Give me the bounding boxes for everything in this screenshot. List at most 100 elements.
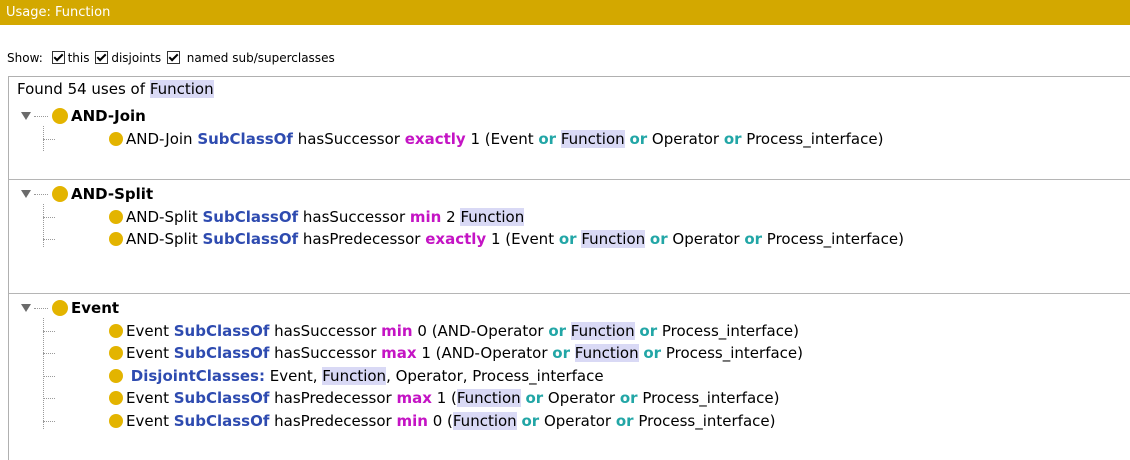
tree-vertical-line	[43, 204, 44, 247]
axiom-bullet-icon	[109, 413, 123, 428]
restriction-keyword: max	[381, 344, 417, 362]
axiom-text: , Operator, Process_interface	[386, 366, 604, 385]
usage-list-panel[interactable]: Found 54 uses of Function AND-Join AND-Jo…	[8, 76, 1130, 460]
usage-axiom-row[interactable]: DisjointClasses: Event, Function, Operat…	[109, 366, 604, 386]
tree-connector	[34, 308, 48, 309]
axiom-text: AND-Split	[126, 230, 203, 248]
entity-highlight: Function	[570, 321, 635, 340]
axiom-keyword: SubClassOf	[197, 129, 293, 148]
entity-highlight: Function	[322, 366, 387, 385]
axiom-text: Process_interface)	[762, 230, 904, 248]
this-checkbox[interactable]	[51, 51, 65, 64]
found-entity: Function	[149, 80, 214, 98]
axiom-text: hasSuccessor	[298, 207, 410, 226]
expand-toggle-icon[interactable]	[21, 190, 31, 198]
axiom-keyword: SubClassOf	[173, 411, 270, 430]
tree-branch	[43, 216, 55, 218]
disjoints-checkbox[interactable]	[95, 51, 109, 64]
axiom-bullet-icon	[109, 131, 123, 146]
or-keyword: or	[619, 389, 638, 407]
axiom-text: 1 (Event	[465, 129, 539, 148]
axiom-text: 0 (	[427, 411, 453, 430]
axiom-text: hasPredecessor	[298, 230, 426, 248]
found-prefix: Found 54 uses of	[17, 80, 146, 98]
or-keyword: or	[558, 230, 577, 248]
or-keyword: or	[521, 411, 540, 430]
axiom-text: Operator	[539, 411, 616, 430]
show-filter-bar: Show: this disjoints named sub/superclas…	[0, 46, 335, 70]
usage-axiom-row[interactable]: Event SubClassOf hasSuccessor min 0 (AND…	[109, 321, 799, 341]
or-keyword: or	[552, 344, 570, 362]
or-keyword: or	[629, 129, 648, 148]
group-separator	[9, 293, 1130, 294]
usage-axiom-row[interactable]: Event SubClassOf hasPredecessor max 1 (F…	[109, 388, 779, 408]
entity-highlight: Function	[452, 411, 517, 430]
usage-axiom-row[interactable]: Event SubClassOf hasSuccessor max 1 (AND…	[109, 343, 803, 363]
axiom-text: hasSuccessor	[269, 321, 382, 340]
axiom-text: 2	[441, 207, 461, 226]
axiom-text: 1 (	[431, 389, 457, 407]
found-summary: Found 54 uses of Function	[17, 77, 214, 101]
tree-branch	[43, 398, 55, 399]
usage-axiom-row[interactable]: Event SubClassOf hasPredecessor min 0 (F…	[109, 411, 775, 431]
or-keyword: or	[525, 389, 544, 407]
axiom-text: Operator	[667, 230, 745, 248]
axiom-text: hasSuccessor	[292, 129, 405, 148]
axiom-text: Process_interface)	[657, 321, 800, 340]
restriction-keyword: min	[381, 321, 413, 340]
tree-branch	[43, 239, 55, 240]
class-bullet-icon	[52, 300, 68, 316]
axiom-text: Process_interface)	[637, 389, 780, 407]
or-keyword: or	[615, 411, 634, 430]
tree-branch	[43, 138, 55, 140]
expand-toggle-icon[interactable]	[21, 112, 31, 120]
axiom-text: 1 (AND-Operator	[416, 344, 553, 362]
tree-branch	[43, 420, 55, 422]
axiom-text: Operator	[647, 129, 724, 148]
axiom-keyword: SubClassOf	[173, 344, 270, 362]
tree-vertical-line	[43, 318, 44, 429]
or-keyword: or	[548, 321, 567, 340]
axiom-text: hasSuccessor	[269, 344, 382, 362]
axiom-text: Operator	[543, 389, 620, 407]
restriction-keyword: min	[409, 207, 442, 226]
group-header-and-join[interactable]: AND-Join	[21, 106, 146, 126]
entity-highlight: Function	[460, 207, 525, 226]
tree-connector	[34, 116, 48, 117]
group-header-event[interactable]: Event	[21, 298, 119, 318]
axiom-text: Process_interface)	[633, 411, 776, 430]
or-keyword: or	[744, 230, 763, 248]
axiom-keyword: SubClassOf	[202, 230, 299, 248]
axiom-bullet-icon	[109, 209, 123, 224]
axiom-text: 0 (AND-Operator	[412, 321, 549, 340]
tree-branch	[43, 353, 55, 354]
axiom-text: hasPredecessor	[269, 389, 397, 407]
tree-branch	[43, 375, 55, 377]
or-keyword: or	[723, 129, 742, 148]
named-subsuperclasses-checkbox[interactable]	[166, 51, 180, 64]
axiom-text: Event	[126, 321, 174, 340]
restriction-keyword: exactly	[425, 230, 487, 248]
tree-connector	[34, 194, 48, 195]
entity-highlight: Function	[574, 344, 639, 362]
group-header-and-split[interactable]: AND-Split	[21, 184, 153, 204]
axiom-bullet-icon	[109, 232, 123, 246]
axiom-text: Event	[126, 344, 174, 362]
tree-branch	[43, 330, 55, 332]
or-keyword: or	[639, 321, 658, 340]
group-title: AND-Split	[71, 185, 154, 203]
axiom-bullet-icon	[109, 368, 123, 383]
restriction-keyword: max	[396, 389, 432, 407]
axiom-text: 1 (Event	[486, 230, 559, 248]
expand-toggle-icon[interactable]	[21, 304, 31, 312]
axiom-bullet-icon	[109, 323, 123, 338]
axiom-keyword: SubClassOf	[202, 207, 299, 226]
usage-title-bar: Usage: Function	[0, 0, 1130, 25]
disjoints-checkbox-label: disjoints	[111, 51, 162, 65]
restriction-keyword: exactly	[404, 129, 466, 148]
or-keyword: or	[643, 344, 662, 362]
usage-axiom-row[interactable]: AND-Join SubClassOf hasSuccessor exactly…	[109, 129, 883, 149]
usage-axiom-row[interactable]: AND-Split SubClassOf hasPredecessor exac…	[109, 229, 904, 249]
usage-axiom-row[interactable]: AND-Split SubClassOf hasSuccessor min 2 …	[109, 207, 525, 227]
named-subsuperclasses-checkbox-label: named sub/superclasses	[186, 51, 335, 65]
